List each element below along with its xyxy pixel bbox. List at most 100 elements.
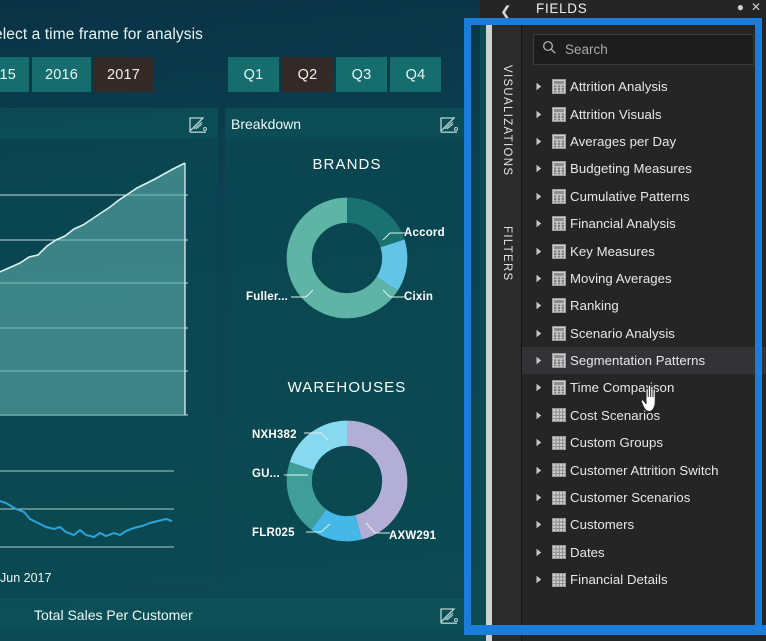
- chevron-right-icon[interactable]: [530, 110, 548, 119]
- field-row[interactable]: Financial Details: [522, 566, 766, 593]
- chevron-right-icon[interactable]: [530, 301, 548, 310]
- brands-leader-line-cixin: [382, 289, 405, 298]
- fields-body: Search Attrition Analysis Attrition Visua…: [522, 22, 766, 641]
- field-row[interactable]: Custom Groups: [522, 429, 766, 456]
- pane-header-actions[interactable]: ● ✕: [737, 0, 761, 14]
- field-row[interactable]: Averages per Day: [522, 128, 766, 155]
- field-label: Dates: [570, 544, 605, 560]
- warehouses-label-flr025: FLR025: [252, 526, 295, 539]
- chevron-right-icon[interactable]: [530, 356, 548, 365]
- measure-table-icon: [548, 270, 570, 286]
- quarter-chip-q3[interactable]: Q3: [336, 57, 387, 92]
- chevron-right-icon[interactable]: [530, 274, 548, 283]
- measure-table-icon: [548, 161, 570, 177]
- field-row[interactable]: Attrition Visuals: [522, 100, 766, 127]
- warehouses-label-axw291: AXW291: [389, 529, 437, 542]
- chevron-right-icon[interactable]: [530, 192, 548, 201]
- field-row[interactable]: Time Comparison: [522, 374, 766, 401]
- screenshot-root: elect a time frame for analysis 20152016…: [0, 0, 766, 641]
- field-label: Attrition Visuals: [570, 106, 662, 122]
- year-chip-2015[interactable]: 2015: [0, 57, 29, 92]
- chevron-right-icon[interactable]: [530, 520, 548, 529]
- chevron-right-icon[interactable]: [530, 383, 548, 392]
- brands-donut-block[interactable]: BRANDS Accord Cixin Fuller...: [225, 139, 469, 362]
- chevron-right-icon[interactable]: [530, 548, 548, 557]
- field-row[interactable]: Dates: [522, 539, 766, 566]
- field-row[interactable]: Moving Averages: [522, 265, 766, 292]
- focus-mode-icon[interactable]: [438, 114, 460, 134]
- field-label: Ranking: [570, 298, 619, 314]
- year-chip-2016[interactable]: 2016: [32, 57, 91, 92]
- card-header: Total Sales Per Customer: [0, 600, 469, 630]
- chevron-left-icon[interactable]: ❮: [500, 0, 512, 22]
- measure-table-icon: [548, 79, 570, 95]
- field-label: Moving Averages: [570, 270, 672, 286]
- field-label: Cumulative Patterns: [570, 188, 690, 204]
- brands-leader-line-fuller: [291, 289, 314, 298]
- brands-donut-chart: [286, 197, 408, 319]
- warehouses-leader-line-nxh382: [304, 432, 329, 440]
- measure-table-icon: [548, 133, 570, 149]
- tab-filters[interactable]: FILTERS: [492, 214, 522, 294]
- chevron-right-icon[interactable]: [530, 219, 548, 228]
- brands-label-cixin: Cixin: [404, 291, 434, 303]
- table-grid-icon: [548, 517, 570, 532]
- chevron-right-icon[interactable]: [530, 137, 548, 146]
- card-breakdown: Breakdown BRANDS Accord Cixin Fuller... …: [225, 108, 469, 584]
- field-row[interactable]: Scenario Analysis: [522, 320, 766, 347]
- focus-mode-icon[interactable]: [187, 114, 209, 134]
- field-row[interactable]: Customer Attrition Switch: [522, 456, 766, 483]
- warehouses-label-nxh382: NXH382: [252, 428, 297, 441]
- year-slicer[interactable]: 201520162017: [0, 57, 153, 92]
- field-row[interactable]: Cost Scenarios: [522, 402, 766, 429]
- focus-mode-icon[interactable]: [438, 605, 460, 625]
- card-pq: PQ: [0, 108, 218, 585]
- quarter-chip-q4[interactable]: Q4: [390, 57, 441, 92]
- pane-title: FIELDS: [536, 1, 588, 16]
- card-header: PQ: [0, 109, 218, 139]
- breakdown-chart-area[interactable]: BRANDS Accord Cixin Fuller... WAREHOUSES…: [225, 139, 469, 584]
- field-row[interactable]: Financial Analysis: [522, 210, 766, 237]
- close-icon[interactable]: ✕: [751, 0, 761, 14]
- chevron-right-icon[interactable]: [530, 247, 548, 256]
- quarter-slicer[interactable]: Q1 Q2 Q3 Q4: [228, 57, 441, 92]
- chevron-right-icon[interactable]: [530, 438, 548, 447]
- card-total-sales-per-customer: Total Sales Per Customer: [0, 599, 469, 641]
- field-row[interactable]: Cumulative Patterns: [522, 183, 766, 210]
- quarter-chip-q1[interactable]: Q1: [228, 57, 279, 92]
- variance-line-chart: [0, 470, 174, 548]
- tab-visualizations[interactable]: VISUALIZATIONS: [492, 46, 522, 196]
- year-chip-2017[interactable]: 2017: [94, 57, 153, 92]
- warehouses-leader-line-gu: [284, 474, 308, 475]
- cumulative-area-chart: [0, 162, 188, 416]
- chevron-right-icon[interactable]: [530, 82, 548, 91]
- warehouses-label-gu: GU...: [252, 467, 280, 480]
- chevron-right-icon[interactable]: [530, 575, 548, 584]
- field-row[interactable]: Segmentation Patterns: [522, 346, 766, 375]
- pq-chart-area[interactable]: Jun 2017: [0, 139, 218, 585]
- search-input[interactable]: Search: [533, 34, 754, 65]
- field-list[interactable]: Attrition Analysis Attrition Visuals Avera…: [522, 73, 766, 641]
- table-grid-icon: [548, 572, 570, 587]
- field-row[interactable]: Budgeting Measures: [522, 155, 766, 182]
- table-grid-icon: [548, 463, 570, 478]
- field-row[interactable]: Customers: [522, 511, 766, 538]
- warehouses-donut-block[interactable]: WAREHOUSES NXH382 GU... FLR025 AXW291: [225, 362, 469, 585]
- warehouses-donut-title: WAREHOUSES: [287, 378, 407, 396]
- pin-icon[interactable]: ●: [737, 0, 744, 14]
- measure-table-icon: [548, 353, 570, 369]
- field-row[interactable]: Key Measures: [522, 237, 766, 264]
- field-row[interactable]: Attrition Analysis: [522, 73, 766, 100]
- table-grid-icon: [548, 435, 570, 450]
- chevron-right-icon[interactable]: [530, 493, 548, 502]
- field-label: Customers: [570, 517, 635, 533]
- chevron-right-icon[interactable]: [530, 466, 548, 475]
- side-tab-strip: VISUALIZATIONS FILTERS: [492, 22, 522, 641]
- chevron-right-icon[interactable]: [530, 411, 548, 420]
- field-row[interactable]: Customer Scenarios: [522, 484, 766, 511]
- field-row[interactable]: Ranking: [522, 292, 766, 319]
- chevron-right-icon[interactable]: [530, 329, 548, 338]
- measure-table-icon: [548, 298, 570, 314]
- quarter-chip-q2[interactable]: Q2: [282, 57, 333, 92]
- chevron-right-icon[interactable]: [530, 164, 548, 173]
